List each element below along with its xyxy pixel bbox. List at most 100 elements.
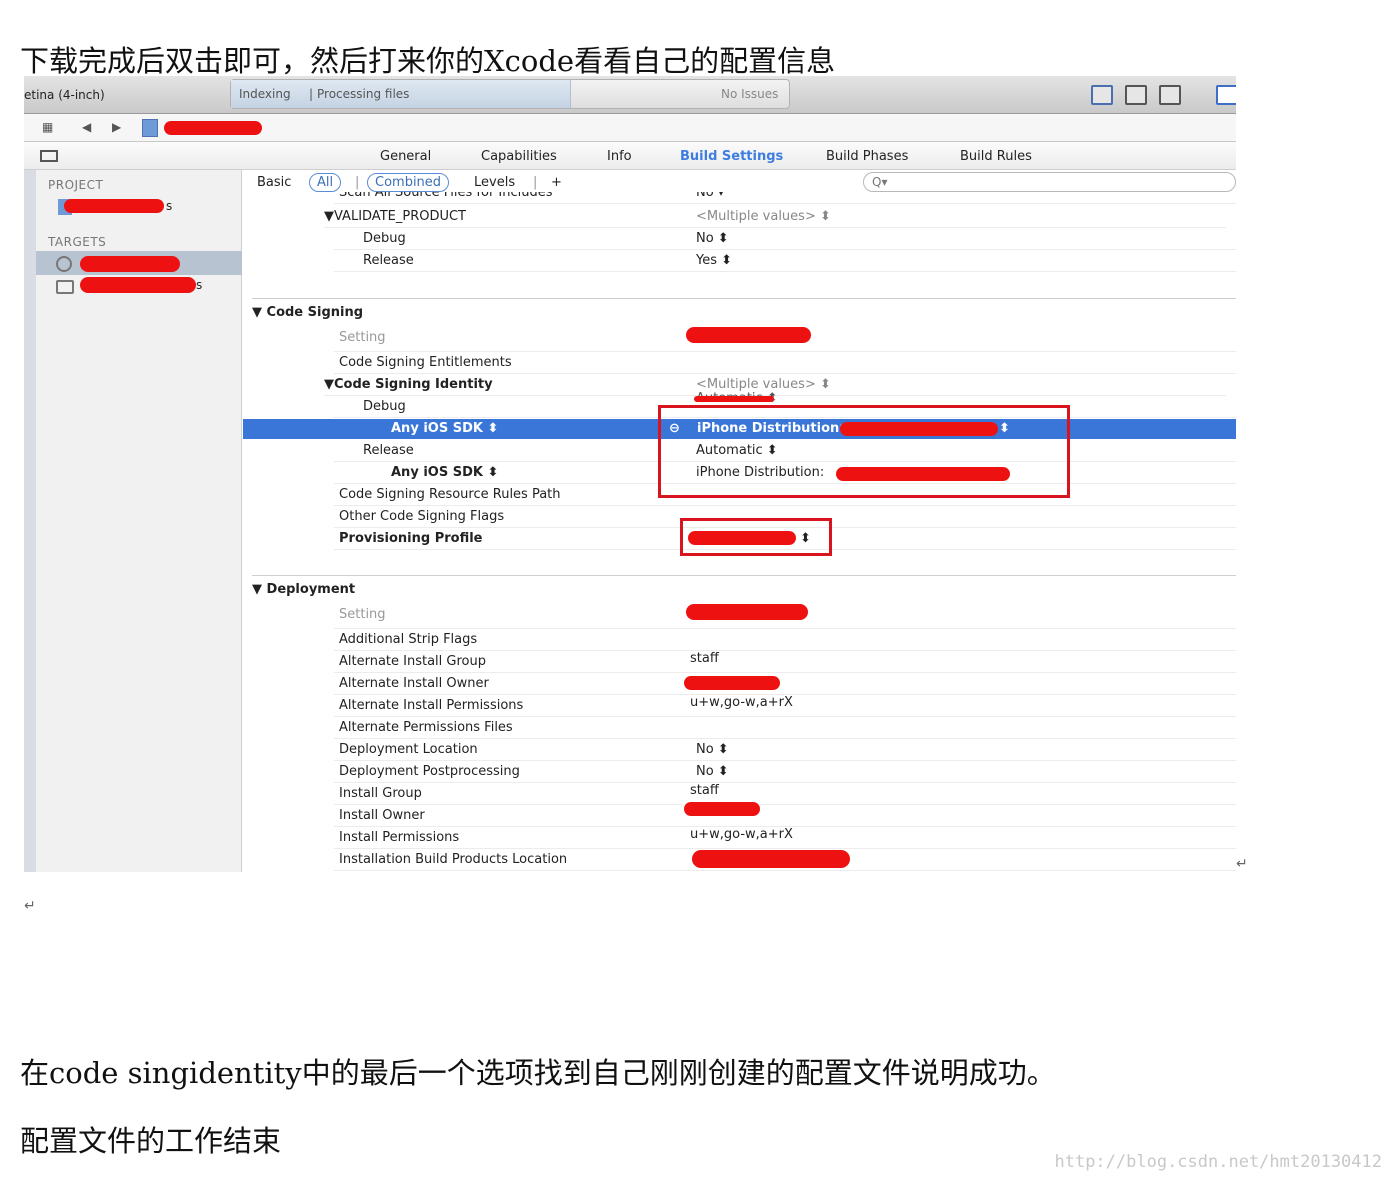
tab-build-settings[interactable]: Build Settings — [680, 149, 783, 164]
settings-row[interactable]: Alternate Install Owner — [334, 673, 1236, 695]
back-arrow-icon[interactable]: ◀ — [82, 120, 91, 134]
tab-capabilities[interactable]: Capabilities — [481, 149, 557, 164]
settings-row[interactable]: Alternate Install Permissions u+w,go-w,a+… — [334, 695, 1236, 717]
target-name-fragment: s — [196, 278, 203, 292]
annotation-box-provisioning — [680, 518, 832, 556]
redaction-target-column-2 — [686, 604, 808, 620]
redaction-install-owner — [684, 802, 760, 816]
filter-combined[interactable]: Combined — [367, 173, 450, 192]
filter-all[interactable]: All — [309, 173, 342, 192]
project-file-icon[interactable] — [142, 119, 158, 137]
filter-levels[interactable]: Levels — [474, 175, 515, 190]
section-separator — [252, 298, 1236, 299]
search-icon: Q▾ — [872, 175, 888, 189]
add-setting-button[interactable]: + — [551, 175, 562, 190]
annotation-box-identity — [658, 405, 1070, 498]
setting-key: Install Permissions — [339, 830, 460, 845]
scheme-selector[interactable]: etina (4-inch) — [24, 88, 105, 102]
activity-divider: | — [309, 87, 314, 101]
setting-value[interactable]: No ⬍ — [696, 231, 729, 246]
tab-general[interactable]: General — [380, 149, 431, 164]
filter-divider: | — [355, 175, 360, 190]
setting-key: ▼VALIDATE_PRODUCT — [324, 209, 466, 224]
setting-key: Install Owner — [339, 808, 425, 823]
project-header: PROJECT — [48, 178, 104, 192]
settings-row[interactable]: Debug No ⬍ — [334, 228, 1236, 250]
code-signing-section[interactable]: ▼ Code Signing — [252, 305, 363, 320]
setting-value[interactable]: staff — [690, 783, 719, 798]
related-items-icon[interactable]: ▦ — [42, 120, 53, 134]
settings-row[interactable]: Deployment Postprocessing No ⬍ — [334, 761, 1236, 783]
redaction-target-1 — [80, 256, 180, 272]
filter-basic[interactable]: Basic — [257, 175, 291, 190]
redaction-install-owner-alt — [684, 676, 780, 690]
tab-info[interactable]: Info — [607, 149, 632, 164]
xcode-screenshot: etina (4-inch) Indexing | Processing fil… — [24, 76, 1236, 872]
settings-row[interactable]: Code Signing Entitlements — [334, 352, 1236, 374]
settings-row[interactable]: Alternate Permissions Files — [334, 717, 1236, 739]
redaction-target-column — [686, 327, 811, 343]
setting-key: Alternate Permissions Files — [339, 720, 513, 735]
project-name-fragment: s — [166, 199, 173, 213]
setting-value[interactable]: No ⬍ — [696, 764, 729, 779]
tab-build-rules[interactable]: Build Rules — [960, 149, 1032, 164]
setting-key: Other Code Signing Flags — [339, 509, 505, 524]
settings-row[interactable]: Deployment Location No ⬍ — [334, 739, 1236, 761]
forward-arrow-icon[interactable]: ▶ — [112, 120, 121, 134]
settings-row[interactable]: Scan All Source Files for Includes No ▾ — [334, 192, 1236, 204]
activity-status: Processing files — [317, 87, 410, 101]
project-sidebar: PROJECT s TARGETS s — [24, 170, 242, 872]
setting-key: Alternate Install Permissions — [339, 698, 524, 713]
activity-view: Indexing | Processing files No Issues — [230, 79, 790, 109]
toolbar: etina (4-inch) Indexing | Processing fil… — [24, 76, 1236, 114]
setting-key: Code Signing Entitlements — [339, 355, 512, 370]
hide-sidebar-icon[interactable] — [40, 150, 58, 162]
deployment-section[interactable]: ▼ Deployment — [252, 582, 355, 597]
setting-key: Additional Strip Flags — [339, 632, 478, 647]
settings-row[interactable]: Install Permissions u+w,go-w,a+rX — [334, 827, 1236, 849]
settings-row[interactable]: Alternate Install Group staff — [334, 651, 1236, 673]
setting-key: Alternate Install Group — [339, 654, 486, 669]
standard-editor-icon[interactable] — [1091, 85, 1113, 105]
setting-key: Install Group — [339, 786, 422, 801]
setting-key: Deployment Postprocessing — [339, 764, 520, 779]
setting-value[interactable]: u+w,go-w,a+rX — [690, 695, 793, 710]
setting-value[interactable]: u+w,go-w,a+rX — [690, 827, 793, 842]
targets-header: TARGETS — [48, 235, 107, 249]
setting-key: Scan All Source Files for Includes — [339, 192, 553, 200]
doc-heading: 下载完成后双击即可，然后打来你的Xcode看看自己的配置信息 — [20, 44, 836, 78]
search-field[interactable]: Q▾ — [863, 172, 1236, 192]
jump-bar: ▦ ◀ ▶ — [24, 114, 1236, 142]
settings-row[interactable]: Release Yes ⬍ — [334, 250, 1236, 272]
navigator-toggle-icon[interactable] — [1216, 85, 1236, 105]
return-mark: ↵ — [24, 898, 36, 914]
editor-tab-bar: General Capabilities Info Build Settings… — [24, 142, 1236, 170]
setting-header: Setting — [339, 330, 386, 345]
return-mark: ↵ — [1236, 856, 1248, 872]
settings-row[interactable]: Additional Strip Flags — [334, 629, 1236, 651]
settings-row[interactable]: Install Group staff — [334, 783, 1236, 805]
filter-divider-2: | — [533, 175, 538, 190]
doc-paragraph-2: 配置文件的工作结束 — [20, 1124, 282, 1158]
redaction-products-location — [692, 850, 850, 868]
tab-build-phases[interactable]: Build Phases — [826, 149, 908, 164]
setting-value[interactable]: staff — [690, 651, 719, 666]
version-editor-icon[interactable] — [1159, 85, 1181, 105]
setting-value[interactable]: No ⬍ — [696, 742, 729, 757]
test-target-icon[interactable] — [56, 280, 74, 294]
setting-key: Debug — [363, 231, 406, 246]
setting-key: Provisioning Profile — [339, 531, 483, 546]
section-separator — [252, 575, 1236, 576]
setting-header: Setting — [339, 607, 386, 622]
issues-label: No Issues — [721, 87, 779, 101]
app-target-icon[interactable] — [56, 256, 72, 272]
settings-row[interactable]: ▼VALIDATE_PRODUCT <Multiple values> ⬍ — [324, 206, 1226, 228]
setting-value[interactable]: Yes ⬍ — [696, 253, 732, 268]
assistant-editor-icon[interactable] — [1125, 85, 1147, 105]
setting-value: <Multiple values> ⬍ — [696, 377, 831, 392]
setting-key: Alternate Install Owner — [339, 676, 489, 691]
settings-row[interactable]: Install Owner — [334, 805, 1236, 827]
sidebar-edge — [24, 170, 36, 872]
setting-key: Any iOS SDK ⬍ — [391, 465, 499, 480]
watermark: http://blog.csdn.net/hmt20130412 — [1054, 1152, 1382, 1172]
